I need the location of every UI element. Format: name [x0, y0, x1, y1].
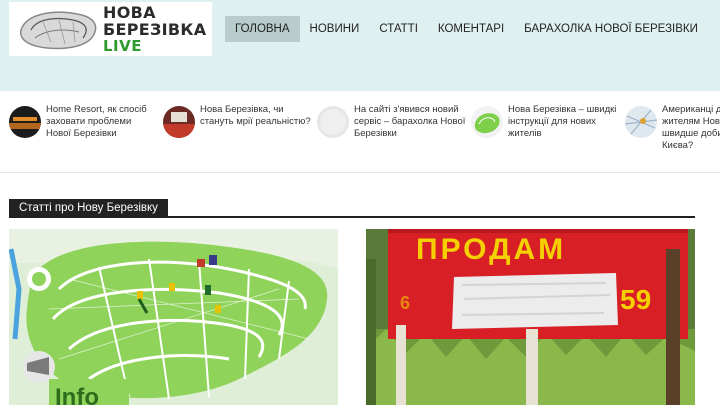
article-card-sale-sign[interactable]: ПРОДАМ 59 6 — [366, 229, 695, 405]
info-overlay-text: Info — [55, 384, 99, 405]
section-title: Статті про Нову Березівку — [9, 199, 168, 217]
sale-sign-text: ПРОДАМ — [416, 233, 566, 266]
nav-item-news[interactable]: Новини — [300, 16, 370, 42]
ticker-headline: Американці д жителям Нов швидше доби Киє… — [662, 104, 720, 151]
ticker-thumbnail — [9, 106, 41, 138]
divider — [0, 172, 720, 173]
nav-item-home[interactable]: Головна — [225, 16, 300, 42]
nav-item-comments[interactable]: Коментарі — [428, 16, 514, 42]
sale-sign-image: ПРОДАМ 59 6 — [366, 229, 695, 405]
ticker-headline: Нова Березівка, чи стануть мрії реальніс… — [200, 104, 311, 127]
ticker-headline: Home Resort, як спосіб заховати проблеми… — [46, 104, 147, 139]
ticker-item[interactable]: Американці д жителям Нов швидше доби Киє… — [625, 104, 720, 151]
svg-text:6: 6 — [400, 293, 410, 313]
settlement-map-image: Info — [9, 229, 338, 405]
nav-item-flea-market[interactable]: Барахолка Нової Березівки — [514, 16, 708, 42]
main-nav: Головна Новини Статті Коментарі Барахолк… — [225, 16, 708, 42]
page: НОВА БЕРЕЗІВКА LIVE Головна Новини Статт… — [0, 0, 720, 405]
section-rule — [9, 216, 695, 218]
site-logo[interactable]: НОВА БЕРЕЗІВКА LIVE — [9, 2, 212, 56]
ticker-item[interactable]: Нова Березівка – швидкі інструкції для н… — [471, 104, 626, 148]
sale-sign-number: 59 — [620, 284, 651, 315]
logo-map-icon — [20, 11, 97, 50]
logo-live-label: LIVE — [103, 37, 142, 55]
ticker-thumbnail — [317, 106, 349, 138]
ticker-item[interactable]: На сайті з'явився новий сервіс – барахол… — [317, 104, 472, 148]
ticker-thumbnail — [163, 106, 195, 138]
ticker-item[interactable]: Нова Березівка, чи стануть мрії реальніс… — [163, 104, 318, 148]
article-card-map[interactable]: Info — [9, 229, 338, 405]
ticker-thumbnail — [471, 106, 503, 138]
news-ticker: Home Resort, як спосіб заховати проблеми… — [0, 100, 720, 151]
ticker-thumbnail — [625, 106, 657, 138]
nav-item-articles[interactable]: Статті — [369, 16, 428, 42]
site-header: НОВА БЕРЕЗІВКА LIVE Головна Новини Статт… — [0, 0, 720, 91]
ticker-item[interactable]: Home Resort, як спосіб заховати проблеми… — [9, 104, 164, 148]
ticker-headline: На сайті з'явився новий сервіс – барахол… — [354, 104, 466, 139]
ticker-headline: Нова Березівка – швидкі інструкції для н… — [508, 104, 617, 139]
